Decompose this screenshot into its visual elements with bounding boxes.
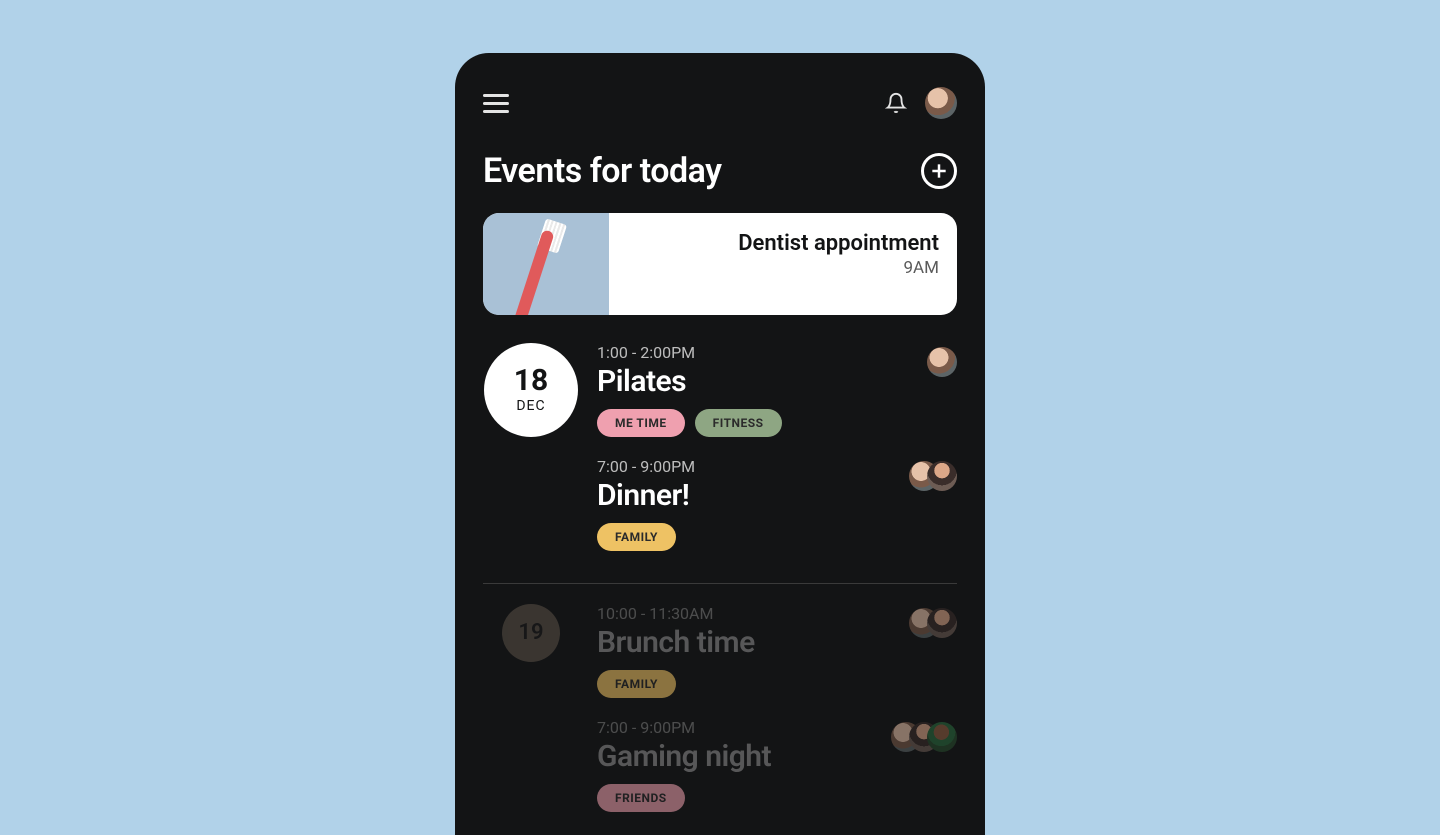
featured-event-card[interactable]: Dentist appointment 9AM (483, 213, 957, 315)
tag[interactable]: FAMILY (597, 670, 676, 698)
tag[interactable]: FRIENDS (597, 784, 685, 812)
attendee-avatar (927, 608, 957, 638)
attendee-avatars[interactable] (927, 347, 957, 377)
event-title: Dinner! (597, 478, 957, 513)
title-row: Events for today (483, 151, 957, 191)
event-row[interactable]: 7:00 - 9:00PM Gaming night FRIENDS (483, 718, 957, 812)
attendee-avatar (927, 722, 957, 752)
featured-event-text: Dentist appointment 9AM (609, 213, 957, 315)
tag[interactable]: FITNESS (695, 409, 782, 437)
attendee-avatar (927, 461, 957, 491)
bell-icon[interactable] (885, 92, 907, 114)
attendee-avatar (927, 347, 957, 377)
attendee-avatars[interactable] (909, 608, 957, 638)
profile-avatar[interactable] (925, 87, 957, 119)
page-title: Events for today (483, 151, 722, 191)
date-month: DEC (516, 398, 545, 414)
event-title: Brunch time (597, 625, 957, 660)
day-group: 18 DEC 1:00 - 2:00PM Pilates ME TIME FIT… (483, 343, 957, 584)
event-time: 7:00 - 9:00PM (597, 457, 957, 476)
date-day: 19 (518, 622, 543, 644)
featured-event-time: 9AM (609, 258, 939, 278)
event-row[interactable]: 19 10:00 - 11:30AM Brunch time FAMILY (483, 604, 957, 698)
date-badge: 19 (502, 604, 560, 662)
tag[interactable]: FAMILY (597, 523, 676, 551)
date-badge: 18 DEC (484, 343, 578, 437)
event-tags: FRIENDS (597, 784, 957, 812)
attendee-avatars[interactable] (909, 461, 957, 491)
menu-icon[interactable] (483, 94, 509, 113)
event-title: Pilates (597, 364, 957, 399)
add-event-button[interactable] (921, 153, 957, 189)
event-tags: FAMILY (597, 523, 957, 551)
plus-icon (929, 161, 949, 181)
event-tags: FAMILY (597, 670, 957, 698)
tag[interactable]: ME TIME (597, 409, 685, 437)
day-group: 19 10:00 - 11:30AM Brunch time FAMILY 7:… (483, 604, 957, 835)
event-time: 10:00 - 11:30AM (597, 604, 957, 623)
event-row[interactable]: 18 DEC 1:00 - 2:00PM Pilates ME TIME FIT… (483, 343, 957, 437)
app-frame: Events for today Dentist appointment 9AM… (455, 53, 985, 835)
event-tags: ME TIME FITNESS (597, 409, 957, 437)
top-bar (483, 83, 957, 123)
attendee-avatars[interactable] (891, 722, 957, 752)
topbar-actions (885, 87, 957, 119)
featured-event-thumb (483, 213, 609, 315)
featured-event-title: Dentist appointment (609, 231, 939, 256)
date-day: 18 (514, 366, 548, 396)
event-time: 1:00 - 2:00PM (597, 343, 957, 362)
event-row[interactable]: 7:00 - 9:00PM Dinner! FAMILY (483, 457, 957, 551)
